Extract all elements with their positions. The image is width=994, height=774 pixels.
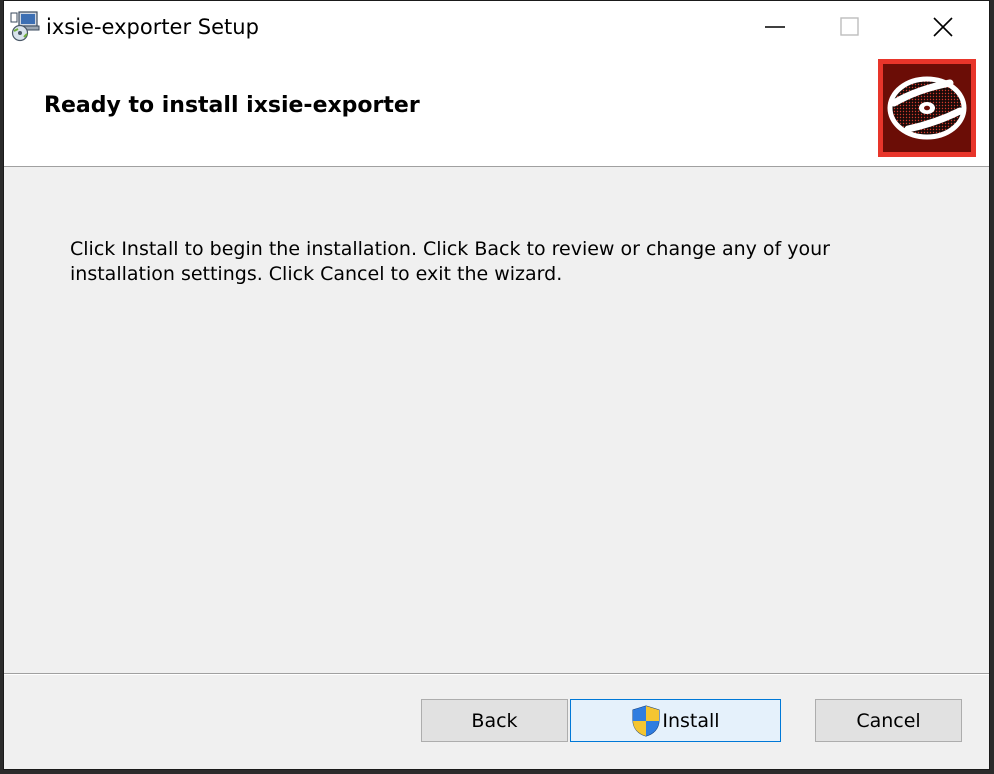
cancel-button-label: Cancel [856,709,921,732]
close-button[interactable] [897,1,989,53]
window-title: ixsie-exporter Setup [46,15,259,39]
installer-app-icon [10,11,40,42]
close-icon [933,17,953,37]
header-banner: Ready to install ixsie-exporter [4,53,989,167]
cancel-button[interactable]: Cancel [815,699,962,742]
title-bar[interactable]: ixsie-exporter Setup [4,1,989,53]
minimize-icon [765,26,785,28]
setup-window: ixsie-exporter Setup Ready to install ix… [3,0,990,770]
page-title: Ready to install ixsie-exporter [44,93,420,118]
install-button[interactable]: Install [570,699,781,742]
install-instructions: Click Install to begin the installation.… [70,238,830,285]
back-button-label: Back [471,709,518,732]
maximize-icon [840,17,859,36]
uac-shield-icon [632,704,660,737]
back-button[interactable]: Back [421,699,568,742]
footer-divider [4,673,989,675]
maximize-button[interactable] [804,1,896,53]
install-button-label: Install [662,709,720,732]
disc-icon [878,59,976,157]
